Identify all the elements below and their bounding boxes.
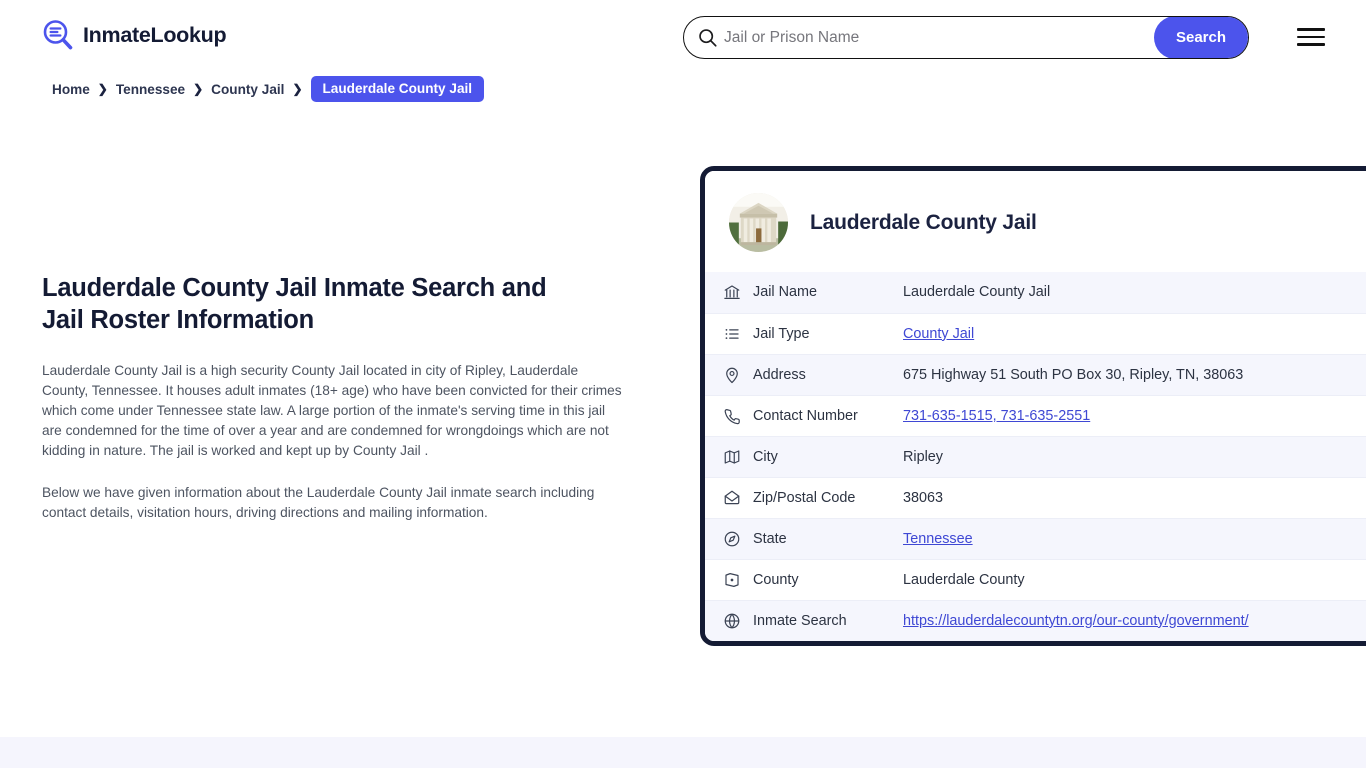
- breadcrumb-item-current: Lauderdale County Jail: [310, 76, 485, 102]
- breadcrumb-item-tennessee[interactable]: Tennessee: [116, 82, 185, 97]
- row-label: Zip/Postal Code: [753, 477, 903, 519]
- table-row: State Tennessee: [705, 518, 1366, 560]
- row-label: Contact Number: [753, 395, 903, 437]
- row-value: Lauderdale County Jail: [903, 272, 1366, 314]
- contact-number-link[interactable]: 731-635-1515, 731-635-2551: [903, 408, 1090, 424]
- logo-text: InmateLookup: [83, 22, 227, 47]
- row-value: https://lauderdalecountytn.org/our-count…: [903, 600, 1366, 641]
- table-row: Inmate Search https://lauderdalecountytn…: [705, 600, 1366, 641]
- row-label: Address: [753, 354, 903, 396]
- card-title: Lauderdale County Jail: [810, 210, 1037, 234]
- map-icon: [705, 436, 753, 478]
- description-paragraph-1: Lauderdale County Jail is a high securit…: [42, 362, 622, 458]
- site-logo[interactable]: InmateLookup: [42, 19, 227, 51]
- description-paragraph-2: Below we have given information about th…: [42, 484, 595, 520]
- table-row: County Lauderdale County: [705, 559, 1366, 601]
- jail-type-link[interactable]: County Jail: [903, 326, 974, 342]
- table-row: City Ripley: [705, 436, 1366, 478]
- courthouse-photo: [729, 193, 788, 252]
- location-icon: [705, 354, 753, 396]
- search-button[interactable]: Search: [1154, 17, 1248, 58]
- county-icon: [705, 559, 753, 601]
- hamburger-menu-icon[interactable]: [1297, 25, 1327, 49]
- chevron-right-icon: ❯: [97, 82, 108, 96]
- search-input[interactable]: [724, 17, 1154, 58]
- chevron-right-icon: ❯: [292, 82, 303, 96]
- table-row: Address 675 Highway 51 South PO Box 30, …: [705, 354, 1366, 396]
- table-row: Contact Number 731-635-1515, 731-635-255…: [705, 395, 1366, 437]
- table-row: Jail Name Lauderdale County Jail: [705, 272, 1366, 314]
- breadcrumb-item-county-jail[interactable]: County Jail: [211, 82, 284, 97]
- row-label: Inmate Search: [753, 612, 847, 629]
- magnifier-list-icon: [42, 19, 74, 51]
- hamburger-bar: [1297, 43, 1325, 46]
- row-label: County: [753, 559, 903, 601]
- table-row: Jail Type County Jail: [705, 313, 1366, 355]
- footer-band: [0, 737, 1366, 768]
- row-value: Lauderdale County: [903, 559, 1366, 601]
- row-value: 731-635-1515, 731-635-2551: [903, 395, 1366, 437]
- page-title: Lauderdale County Jail Inmate Search and…: [42, 274, 547, 335]
- row-label: Jail Type: [753, 313, 903, 355]
- compass-icon: [705, 518, 753, 560]
- site-header: InmateLookup Search: [0, 0, 1366, 74]
- row-value: Ripley: [903, 436, 1366, 478]
- row-value: Tennessee: [903, 518, 1366, 560]
- row-value: County Jail: [903, 313, 1366, 355]
- breadcrumb-item-home[interactable]: Home: [52, 82, 90, 97]
- breadcrumb: Home ❯ Tennessee ❯ County Jail ❯ Lauderd…: [52, 76, 485, 102]
- jail-info-card: Lauderdale County Jail Jail Name Lauderd…: [700, 166, 1366, 646]
- main-content-column: Lauderdale County Jail Inmate Search and…: [42, 272, 632, 523]
- jail-details-table: Jail Name Lauderdale County Jail Jail Ty…: [705, 272, 1366, 641]
- card-header: Lauderdale County Jail: [705, 171, 1366, 272]
- row-label: City: [753, 436, 903, 478]
- row-value: 675 Highway 51 South PO Box 30, Ripley, …: [903, 354, 1366, 396]
- search-icon: [684, 17, 724, 58]
- state-link[interactable]: Tennessee: [903, 531, 973, 547]
- envelope-icon: [705, 477, 753, 519]
- hamburger-bar: [1297, 35, 1325, 39]
- list-icon: [705, 313, 753, 355]
- table-row: Zip/Postal Code 38063: [705, 477, 1366, 519]
- row-label: Jail Name: [753, 272, 903, 314]
- globe-icon: [705, 600, 753, 641]
- bank-icon: [705, 272, 753, 314]
- row-value: 38063: [903, 477, 1366, 519]
- hamburger-bar: [1297, 28, 1325, 31]
- search-bar[interactable]: Search: [683, 16, 1249, 59]
- chevron-right-icon: ❯: [193, 82, 204, 96]
- phone-icon: [705, 395, 753, 437]
- inmate-search-link[interactable]: https://lauderdalecountytn.org/our-count…: [903, 613, 1249, 629]
- row-label: State: [753, 518, 903, 560]
